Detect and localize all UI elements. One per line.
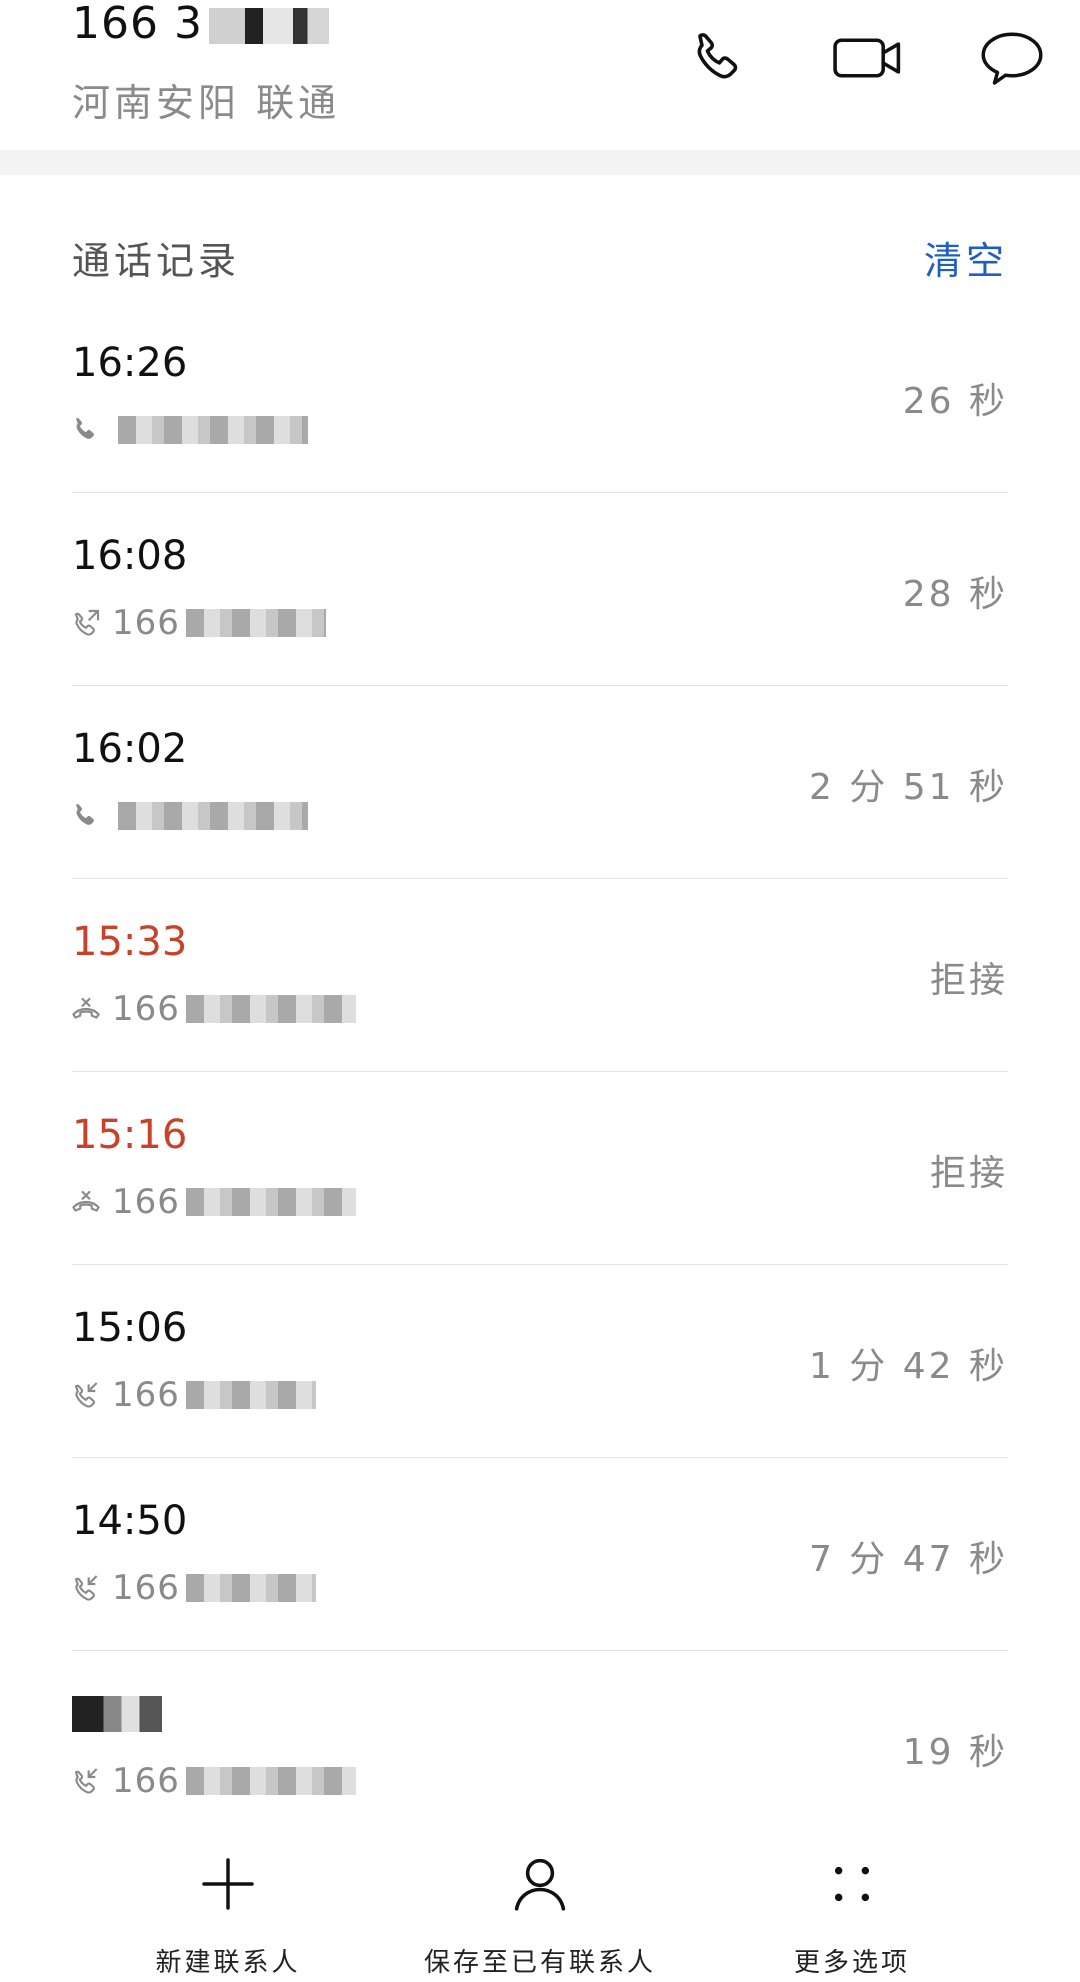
privacy-mask <box>185 1381 316 1409</box>
more-dots-icon <box>820 1844 884 1924</box>
call-time: 16:08 <box>72 533 188 579</box>
new-contact-button[interactable]: 新建联系人 <box>68 1838 388 1982</box>
call-number: 166 <box>112 603 180 643</box>
call-history-row[interactable]: 15:16 166 拒接 <box>72 1072 1008 1265</box>
clear-history-button[interactable]: 清空 <box>924 230 1008 285</box>
call-history-row[interactable]: 15:33 166 拒接 <box>72 879 1008 1072</box>
call-button[interactable] <box>678 18 758 98</box>
video-camera-icon <box>833 38 901 78</box>
call-number: 166 <box>112 989 180 1029</box>
call-detail-line: 166 <box>68 1761 356 1801</box>
call-time: 15:33 <box>72 919 188 965</box>
call-detail-line <box>68 410 308 450</box>
privacy-mask <box>185 995 356 1023</box>
call-time: 14:50 <box>72 1498 188 1544</box>
header-divider <box>0 150 1080 175</box>
privacy-mask <box>185 609 326 637</box>
call-history-row[interactable]: 166 19 秒 <box>72 1651 1008 1844</box>
call-duration: 26 秒 <box>902 381 1008 422</box>
privacy-mask <box>185 1767 356 1795</box>
save-to-existing-label: 保存至已有联系人 <box>423 1948 656 1978</box>
call-time: 16:02 <box>72 726 188 772</box>
contact-number: 166 3 <box>72 0 329 48</box>
save-to-existing-button[interactable]: 保存至已有联系人 <box>380 1838 700 1982</box>
bottom-action-bar: 新建联系人 保存至已有联系人 更多选项 <box>0 1838 1080 1982</box>
call-duration: 1 分 42 秒 <box>808 1346 1008 1387</box>
call-detail-line: 166 <box>68 989 356 1029</box>
phone-icon <box>697 33 738 79</box>
call-number: 166 <box>112 1182 180 1222</box>
call-detail-line: 166 <box>68 603 326 643</box>
contact-number-text: 166 3 <box>72 0 203 49</box>
privacy-mask <box>118 802 308 830</box>
call-detail-line: 166 <box>68 1375 316 1415</box>
call-icon <box>68 798 104 834</box>
contact-header: 166 3 河南安阳 联通 <box>0 0 1080 150</box>
call-number: 166 <box>112 1375 180 1415</box>
outgoing-call-icon <box>68 605 104 641</box>
rejected-call-icon <box>68 1184 104 1220</box>
video-call-button[interactable] <box>828 18 908 98</box>
call-history-row[interactable]: 14:50 166 7 分 47 秒 <box>72 1458 1008 1651</box>
call-detail-line <box>68 796 308 836</box>
incoming-call-icon <box>68 1377 104 1413</box>
contact-detail-page: 166 3 河南安阳 联通 通话记录 清空 16:26 26 秒 16:08 1… <box>0 0 1080 1982</box>
more-options-label: 更多选项 <box>793 1948 910 1978</box>
call-history-list: 16:26 26 秒 16:08 166 28 秒 16:02 2 分 51 秒 15:33 1… <box>72 300 1008 1844</box>
call-duration: 28 秒 <box>902 574 1008 615</box>
call-duration: 19 秒 <box>902 1732 1008 1773</box>
message-bubble-icon <box>981 32 1043 85</box>
rejected-call-icon <box>68 991 104 1027</box>
privacy-mask <box>72 1696 162 1732</box>
more-options-button[interactable]: 更多选项 <box>692 1838 1012 1982</box>
call-history-header: 通话记录 清空 <box>72 225 1008 285</box>
call-number: 166 <box>112 1568 180 1608</box>
privacy-mask <box>208 8 329 44</box>
call-icon <box>68 412 104 448</box>
new-contact-label: 新建联系人 <box>155 1948 301 1978</box>
call-number: 166 <box>112 1761 180 1801</box>
plus-icon <box>196 1844 260 1924</box>
call-time: 15:16 <box>72 1112 188 1158</box>
call-duration: 拒接 <box>929 960 1008 1001</box>
incoming-call-icon <box>68 1763 104 1799</box>
call-duration: 2 分 51 秒 <box>808 767 1008 808</box>
call-detail-line: 166 <box>68 1568 316 1608</box>
call-time: 16:26 <box>72 340 188 386</box>
call-detail-line: 166 <box>68 1182 356 1222</box>
privacy-mask <box>185 1574 316 1602</box>
contact-location: 河南安阳 联通 <box>72 81 341 125</box>
call-duration: 拒接 <box>929 1153 1008 1194</box>
incoming-call-icon <box>68 1570 104 1606</box>
call-history-row[interactable]: 16:02 2 分 51 秒 <box>72 686 1008 879</box>
call-history-row[interactable]: 15:06 166 1 分 42 秒 <box>72 1265 1008 1458</box>
privacy-mask <box>118 416 308 444</box>
call-duration: 7 分 47 秒 <box>808 1539 1008 1580</box>
call-time: 15:06 <box>72 1305 188 1351</box>
call-history-row[interactable]: 16:08 166 28 秒 <box>72 493 1008 686</box>
person-icon <box>507 1844 573 1924</box>
call-history-row[interactable]: 16:26 26 秒 <box>72 300 1008 493</box>
privacy-mask <box>185 1188 356 1216</box>
message-button[interactable] <box>972 18 1052 98</box>
call-history-title: 通话记录 <box>72 239 241 283</box>
